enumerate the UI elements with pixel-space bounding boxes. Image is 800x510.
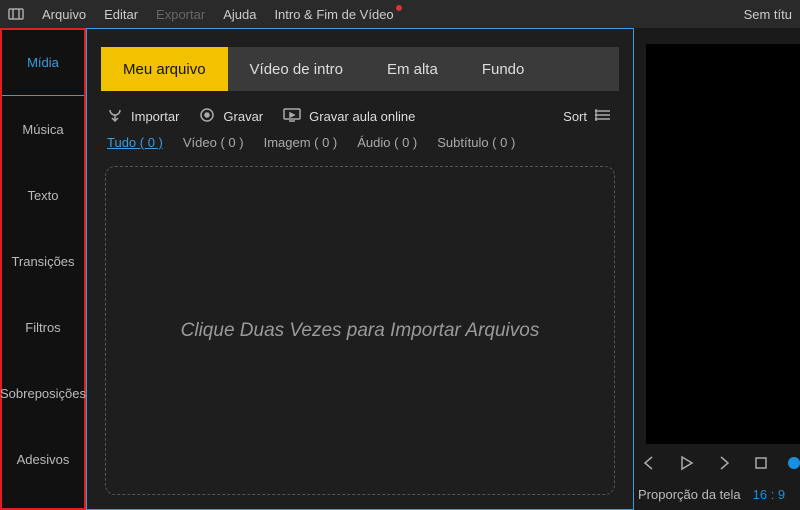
next-button[interactable]	[713, 452, 735, 474]
record-icon	[199, 107, 215, 126]
window-title: Sem títu	[744, 7, 792, 22]
menu-bar: Arquivo Editar Exportar Ajuda Intro & Fi…	[0, 0, 800, 28]
app-icon	[8, 6, 24, 22]
menu-editar[interactable]: Editar	[104, 7, 138, 22]
tab-tail	[546, 47, 554, 91]
aspect-ratio-value[interactable]: 16 : 9	[753, 487, 786, 502]
record-online-button[interactable]: Gravar aula online	[283, 107, 415, 126]
tab-meu-arquivo[interactable]: Meu arquivo	[101, 47, 228, 91]
sidebar-item-sobreposicoes[interactable]: Sobreposições	[2, 360, 84, 426]
record-label: Gravar	[223, 109, 263, 124]
media-filters: Tudo ( 0 ) Vídeo ( 0 ) Imagem ( 0 ) Áudi…	[87, 135, 633, 160]
media-tabs: Meu arquivo Vídeo de intro Em alta Fundo	[101, 47, 619, 91]
play-button[interactable]	[676, 452, 698, 474]
filter-audio[interactable]: Áudio ( 0 )	[357, 135, 417, 150]
list-icon	[595, 108, 613, 125]
sidebar-item-midia[interactable]: Mídia	[2, 30, 84, 96]
sort-label: Sort	[563, 109, 587, 124]
filter-video[interactable]: Vídeo ( 0 )	[183, 135, 244, 150]
filter-tudo[interactable]: Tudo ( 0 )	[107, 135, 163, 150]
sidebar: Mídia Música Texto Transições Filtros So…	[0, 28, 86, 510]
media-toolbar: Importar Gravar Gravar aula online Sort	[87, 97, 633, 135]
aspect-ratio-row: Proporção da tela 16 : 9	[634, 487, 800, 502]
marker-dot-icon[interactable]	[788, 457, 800, 469]
filter-subtitulo[interactable]: Subtítulo ( 0 )	[437, 135, 515, 150]
import-dropzone[interactable]: Clique Duas Vezes para Importar Arquivos	[105, 166, 615, 495]
sort-button[interactable]: Sort	[563, 108, 613, 125]
import-icon	[107, 107, 123, 126]
aspect-ratio-label: Proporção da tela	[638, 487, 741, 502]
import-button[interactable]: Importar	[107, 107, 179, 126]
menu-exportar[interactable]: Exportar	[156, 7, 205, 22]
sidebar-item-transicoes[interactable]: Transições	[2, 228, 84, 294]
tab-fundo[interactable]: Fundo	[460, 47, 547, 91]
transport-controls	[634, 452, 800, 474]
tab-video-intro[interactable]: Vídeo de intro	[228, 47, 365, 91]
tab-em-alta[interactable]: Em alta	[365, 47, 460, 91]
menu-intro-fim[interactable]: Intro & Fim de Vídeo	[274, 7, 393, 22]
stop-button[interactable]	[751, 452, 773, 474]
main-area: Mídia Música Texto Transições Filtros So…	[0, 28, 800, 510]
record-button[interactable]: Gravar	[199, 107, 263, 126]
sidebar-item-adesivos[interactable]: Adesivos	[2, 426, 84, 492]
filter-imagem[interactable]: Imagem ( 0 )	[264, 135, 338, 150]
menu-ajuda[interactable]: Ajuda	[223, 7, 256, 22]
sidebar-item-musica[interactable]: Música	[2, 96, 84, 162]
preview-pane: Proporção da tela 16 : 9	[634, 28, 800, 510]
dropzone-text: Clique Duas Vezes para Importar Arquivos	[181, 320, 540, 342]
sidebar-item-filtros[interactable]: Filtros	[2, 294, 84, 360]
record-online-label: Gravar aula online	[309, 109, 415, 124]
monitor-icon	[283, 107, 301, 126]
media-panel: Meu arquivo Vídeo de intro Em alta Fundo…	[86, 28, 634, 510]
import-label: Importar	[131, 109, 179, 124]
prev-button[interactable]	[638, 452, 660, 474]
menu-arquivo[interactable]: Arquivo	[42, 7, 86, 22]
preview-viewport	[646, 44, 800, 444]
sidebar-item-texto[interactable]: Texto	[2, 162, 84, 228]
